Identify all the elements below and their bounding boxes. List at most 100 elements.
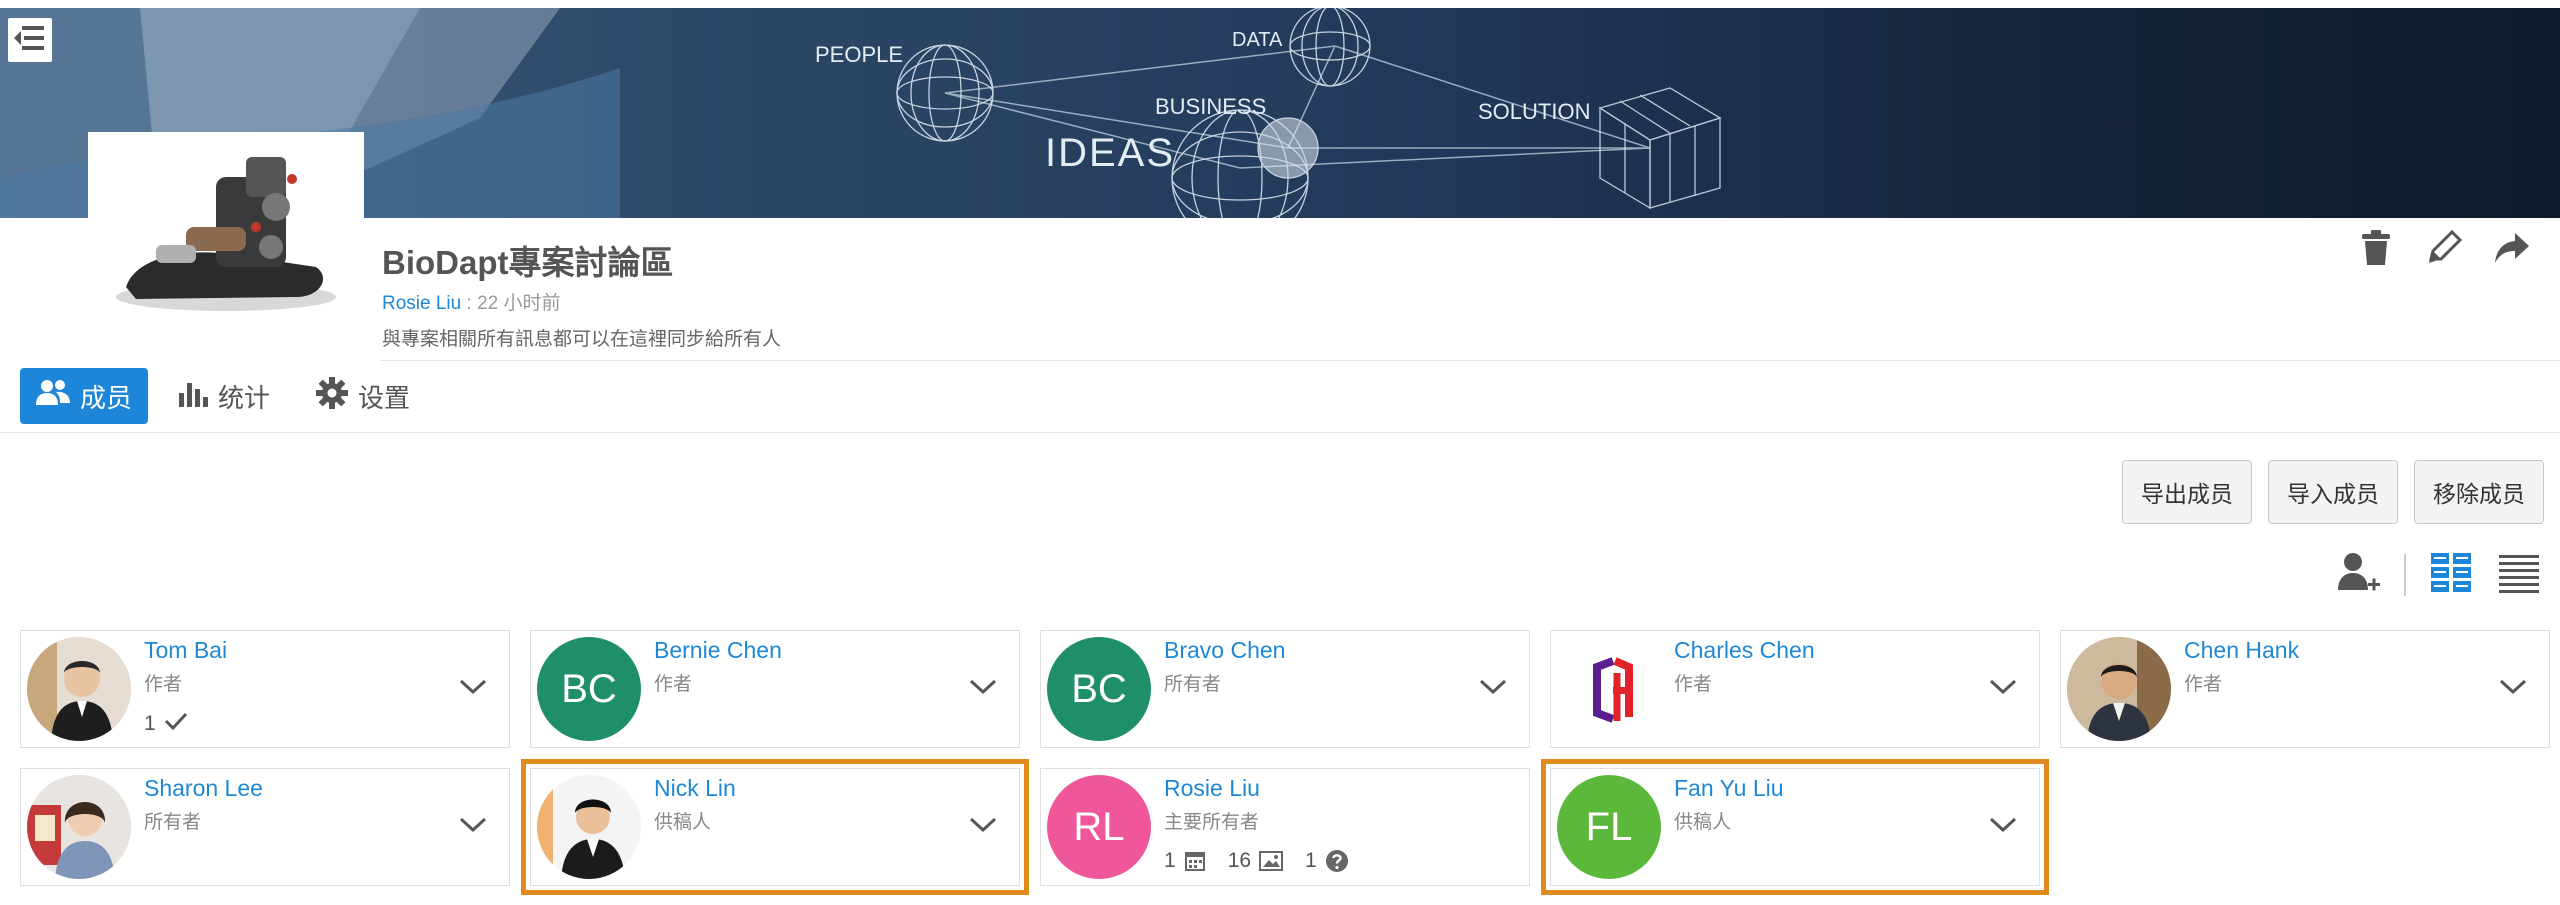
avatar: RL: [1047, 775, 1151, 879]
share-project-button[interactable]: [2492, 228, 2532, 272]
chevron-down-icon: [459, 816, 487, 839]
chevron-down-icon: [969, 816, 997, 839]
export-members-button[interactable]: 导出成员: [2122, 460, 2252, 524]
member-role: 主要所有者: [1164, 812, 1260, 833]
tab-settings-label: 设置: [358, 382, 411, 413]
checks-count: 1: [144, 712, 156, 735]
project-title: BioDapt專案討論區: [382, 244, 674, 281]
avatar: [1557, 637, 1661, 741]
member-card-tom-bai[interactable]: Tom Bai 作者 1: [20, 630, 510, 748]
posts-count: 1: [1164, 849, 1176, 872]
calendar-icon: [1184, 850, 1206, 872]
member-role: 作者: [144, 674, 183, 695]
member-name[interactable]: Bravo Chen: [1164, 637, 1285, 664]
tab-settings[interactable]: 设置: [300, 368, 426, 424]
delete-project-button[interactable]: [2356, 228, 2396, 272]
project-owner-link[interactable]: Rosie Liu: [382, 293, 461, 314]
list-view-toggle[interactable]: [2496, 552, 2542, 598]
member-role: 作者: [654, 674, 693, 695]
member-role: 所有者: [1164, 674, 1222, 695]
member-card-fan-yu-liu[interactable]: FL Fan Yu Liu 供稿人: [1541, 759, 2049, 895]
card-view-toggle[interactable]: [2428, 552, 2474, 598]
banner-word-ideas: IDEAS: [1045, 131, 1175, 175]
member-card-chen-hank[interactable]: Chen Hank 作者: [2060, 630, 2550, 748]
cover-banner: PEOPLE DATA BUSINESS SOLUTION IDEAS: [0, 8, 2560, 218]
member-menu-toggle[interactable]: [1987, 811, 2019, 843]
members-icon: [36, 379, 70, 414]
gear-icon: [316, 376, 349, 416]
member-name[interactable]: Tom Bai: [144, 637, 227, 664]
avatar: BC: [537, 637, 641, 741]
member-menu-toggle[interactable]: [2497, 673, 2529, 705]
member-role: 作者: [1674, 674, 1713, 695]
member-role: 所有者: [144, 812, 202, 833]
member-role: 供稿人: [1674, 812, 1732, 833]
member-actions: 导出成员 导入成员 移除成员: [2122, 460, 2544, 524]
project-tabs: 成员 统计 设置: [20, 368, 426, 424]
view-tools: [2336, 552, 2542, 598]
edit-project-button[interactable]: [2424, 228, 2464, 272]
sidebar-toggle-button[interactable]: [8, 18, 52, 62]
add-member-button[interactable]: [2336, 552, 2382, 598]
banner-word-data: DATA: [1232, 29, 1283, 51]
banner-word-people: PEOPLE: [815, 42, 903, 67]
checkmark-icon: [164, 711, 188, 737]
member-menu-toggle[interactable]: [457, 811, 489, 843]
images-count: 16: [1227, 849, 1252, 872]
import-members-button[interactable]: 导入成员: [2268, 460, 2398, 524]
time-separator: :: [461, 293, 478, 314]
chevron-down-icon: [969, 678, 997, 701]
avatar-initials: FL: [1585, 804, 1633, 849]
chevron-down-icon: [1479, 678, 1507, 701]
tab-members[interactable]: 成员: [20, 368, 149, 424]
avatar: [27, 775, 131, 879]
member-menu-toggle[interactable]: [457, 673, 489, 705]
project-cover-image: [88, 132, 364, 322]
member-menu-toggle[interactable]: [1477, 673, 1509, 705]
remove-members-button[interactable]: 移除成员: [2414, 460, 2544, 524]
member-name[interactable]: Fan Yu Liu: [1674, 775, 1784, 802]
grid-view-icon: [2431, 552, 2471, 598]
avatar: [27, 637, 131, 741]
member-menu-toggle[interactable]: [967, 811, 999, 843]
tab-statistics-label: 统计: [218, 382, 271, 413]
chevron-down-icon: [1989, 816, 2017, 839]
project-updated-time: 22 小时前: [477, 293, 561, 314]
list-view-icon: [2499, 553, 2539, 598]
member-name[interactable]: Rosie Liu: [1164, 775, 1260, 802]
member-card-bernie-chen[interactable]: BC Bernie Chen 作者: [530, 630, 1020, 748]
tab-statistics[interactable]: 统计: [162, 368, 286, 424]
avatar: BC: [1047, 637, 1151, 741]
member-card-rosie-liu[interactable]: RL Rosie Liu 主要所有者 1 16 1: [1040, 768, 1530, 886]
member-role: 供稿人: [654, 812, 712, 833]
member-menu-toggle[interactable]: [1987, 673, 2019, 705]
member-card-sharon-lee[interactable]: Sharon Lee 所有者: [20, 768, 510, 886]
tool-separator: [2404, 554, 2406, 596]
chevron-down-icon: [2499, 678, 2527, 701]
pencil-icon: [2425, 229, 2463, 272]
trash-icon: [2360, 229, 2392, 272]
member-name[interactable]: Nick Lin: [654, 775, 736, 802]
add-user-icon: [2336, 550, 2382, 601]
member-menu-toggle[interactable]: [967, 673, 999, 705]
question-circle-icon: [1325, 849, 1349, 873]
image-icon: [1259, 850, 1284, 872]
avatar: [537, 775, 641, 879]
questions-count: 1: [1305, 849, 1317, 872]
member-card-charles-chen[interactable]: Charles Chen 作者: [1550, 630, 2040, 748]
tabs-divider: [0, 432, 2560, 433]
menu-collapse-icon: [12, 20, 48, 61]
banner-word-business: BUSINESS: [1155, 94, 1266, 119]
member-card-bravo-chen[interactable]: BC Bravo Chen 所有者: [1040, 630, 1530, 748]
banner-word-solution: SOLUTION: [1478, 99, 1590, 124]
avatar: FL: [1557, 775, 1661, 879]
member-name[interactable]: Charles Chen: [1674, 637, 1815, 664]
member-stats: 1 16 1: [1164, 849, 1363, 873]
member-role: 作者: [2184, 674, 2223, 695]
project-description: 與專案相關所有訊息都可以在這裡同步給所有人: [382, 329, 782, 350]
member-name[interactable]: Chen Hank: [2184, 637, 2299, 664]
member-name[interactable]: Sharon Lee: [144, 775, 263, 802]
member-stats: 1: [144, 711, 188, 737]
member-name[interactable]: Bernie Chen: [654, 637, 782, 664]
member-card-nick-lin[interactable]: Nick Lin 供稿人: [521, 759, 1029, 895]
